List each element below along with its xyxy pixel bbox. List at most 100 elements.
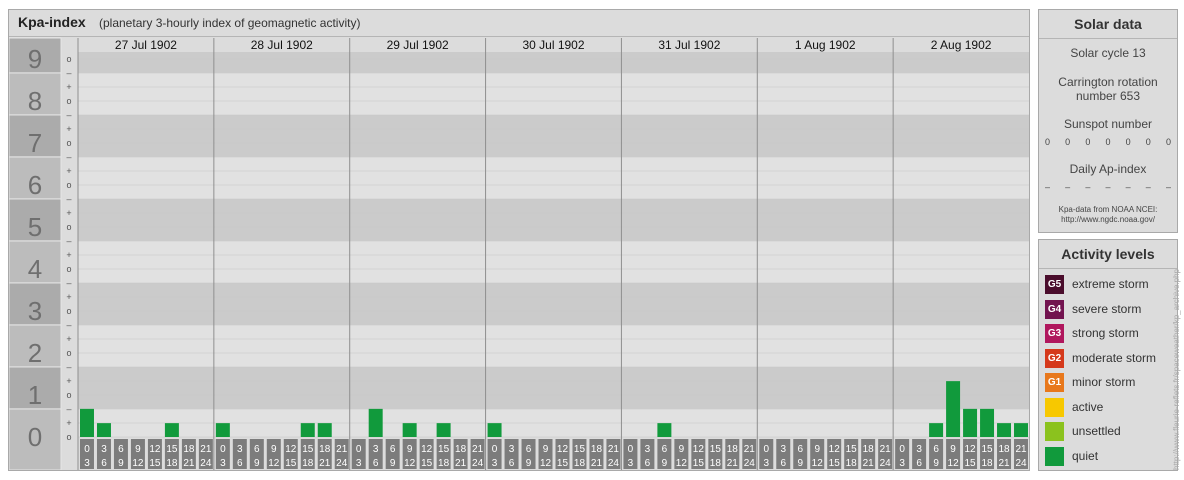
interval-start-label: 15 — [981, 444, 993, 455]
minor-mark: + — [66, 334, 71, 344]
minor-mark: o — [66, 180, 71, 190]
kp-bar — [368, 408, 383, 437]
interval-start-label: 0 — [356, 444, 362, 455]
legend-item: unsettled — [1045, 422, 1177, 442]
interval-end-label: 3 — [899, 458, 905, 469]
kp-bar — [980, 408, 995, 437]
interval-start-label: 18 — [998, 444, 1010, 455]
interval-end-label: 18 — [710, 458, 722, 469]
minor-mark: o — [66, 138, 71, 148]
interval-end-label: 6 — [780, 458, 786, 469]
interval-end-label: 24 — [472, 458, 484, 469]
interval-start-label: 15 — [574, 444, 586, 455]
interval-end-label: 24 — [880, 458, 892, 469]
interval-end-label: 6 — [509, 458, 515, 469]
interval-end-label: 3 — [763, 458, 769, 469]
sunspot-values: 0 0 0 0 0 0 0 — [1045, 137, 1171, 147]
minor-mark: o — [66, 432, 71, 442]
interval-start-label: 9 — [271, 444, 277, 455]
kp-band-6 — [78, 156, 1029, 199]
sunspot-value: 0 — [1045, 137, 1051, 147]
ap-index-value: – — [1045, 182, 1051, 192]
interval-end-label: 9 — [797, 458, 803, 469]
interval-start-label: 0 — [84, 444, 90, 455]
interval-start-label: 12 — [693, 444, 705, 455]
interval-start-label: 15 — [302, 444, 314, 455]
legend-label: extreme storm — [1072, 277, 1149, 291]
kp-bar — [657, 423, 672, 437]
legend-label: moderate storm — [1072, 350, 1157, 365]
sunspot-label: Sunspot number — [1063, 117, 1153, 131]
interval-end-label: 24 — [336, 458, 348, 469]
kp-bar — [1014, 423, 1028, 437]
interval-end-label: 12 — [812, 458, 824, 469]
kp-level-label: 0 — [28, 422, 42, 452]
minor-mark: – — [66, 68, 71, 78]
ap-index-label: Daily Ap-index — [1069, 162, 1147, 176]
interval-start-label: 9 — [679, 444, 685, 455]
kp-level-label: 8 — [28, 86, 42, 116]
interval-start-label: 18 — [455, 444, 467, 455]
interval-end-label: 21 — [455, 458, 467, 469]
kp-bar — [300, 423, 315, 437]
source-watermark: http://www.fleurie-reflets.fr/spaceweath… — [1172, 269, 1181, 470]
interval-start-label: 21 — [1015, 444, 1027, 455]
solar-data-title: Solar data — [1039, 10, 1177, 39]
interval-end-label: 12 — [948, 458, 960, 469]
legend-item: quiet — [1045, 446, 1177, 467]
interval-end-label: 9 — [526, 458, 532, 469]
legend-item: G4 severe storm — [1045, 299, 1177, 320]
interval-start-label: 6 — [254, 444, 260, 455]
interval-end-label: 24 — [744, 458, 756, 469]
minor-mark: + — [66, 166, 71, 176]
interval-start-label: 6 — [797, 444, 803, 455]
legend-item: G5 extreme storm — [1045, 275, 1177, 295]
sunspot-value: 0 — [1125, 137, 1131, 147]
interval-start-label: 21 — [608, 444, 620, 455]
legend-swatch: G4 — [1045, 299, 1064, 319]
interval-start-label: 12 — [285, 444, 297, 455]
kp-bar — [963, 408, 978, 437]
interval-end-label: 6 — [916, 458, 922, 469]
interval-end-label: 18 — [574, 458, 586, 469]
minor-mark: – — [66, 320, 71, 330]
interval-start-label: 9 — [543, 444, 549, 455]
legend-label: quiet — [1072, 448, 1099, 463]
interval-start-label: 9 — [814, 444, 820, 455]
carrington-rotation-number: number 653 — [1075, 89, 1141, 103]
interval-start-label: 6 — [118, 444, 124, 455]
kpa-bar-chart: 0123456789o+–o+–o+–o+–o+–o+–o+–o+–o+–o27… — [9, 37, 1029, 470]
kp-level-label: 6 — [28, 170, 42, 200]
interval-start-label: 15 — [846, 444, 858, 455]
interval-end-label: 21 — [863, 458, 875, 469]
legend-swatch: G3 — [1045, 324, 1064, 343]
activity-levels-title: Activity levels — [1039, 240, 1177, 269]
interval-end-label: 15 — [965, 458, 977, 469]
interval-end-label: 18 — [846, 458, 858, 469]
ap-index-value: – — [1165, 182, 1171, 192]
day-label: 1 Aug 1902 — [795, 38, 856, 52]
kp-band-2 — [78, 324, 1029, 367]
interval-end-label: 15 — [693, 458, 705, 469]
interval-end-label: 9 — [933, 458, 939, 469]
interval-start-label: 3 — [101, 444, 107, 455]
interval-start-label: 3 — [237, 444, 243, 455]
activity-levels-panel: Activity levels G5 extreme storm G4 severe … — [1038, 239, 1178, 471]
kp-band-8 — [78, 72, 1029, 115]
kp-band-3 — [78, 282, 1029, 325]
minor-mark: + — [66, 208, 71, 218]
interval-end-label: 6 — [237, 458, 243, 469]
interval-start-label: 6 — [662, 444, 668, 455]
legend-label: minor storm — [1072, 375, 1136, 389]
interval-end-label: 9 — [254, 458, 260, 469]
legend-swatch — [1045, 422, 1064, 441]
interval-end-label: 21 — [998, 458, 1010, 469]
interval-start-label: 0 — [220, 444, 226, 455]
kp-level-label: 9 — [28, 44, 42, 74]
interval-start-label: 9 — [407, 444, 413, 455]
kp-level-label: 4 — [28, 254, 42, 284]
sunspot-value: 0 — [1105, 137, 1111, 147]
interval-start-label: 0 — [628, 444, 634, 455]
minor-mark: o — [66, 222, 71, 232]
kp-band-1 — [78, 366, 1029, 409]
